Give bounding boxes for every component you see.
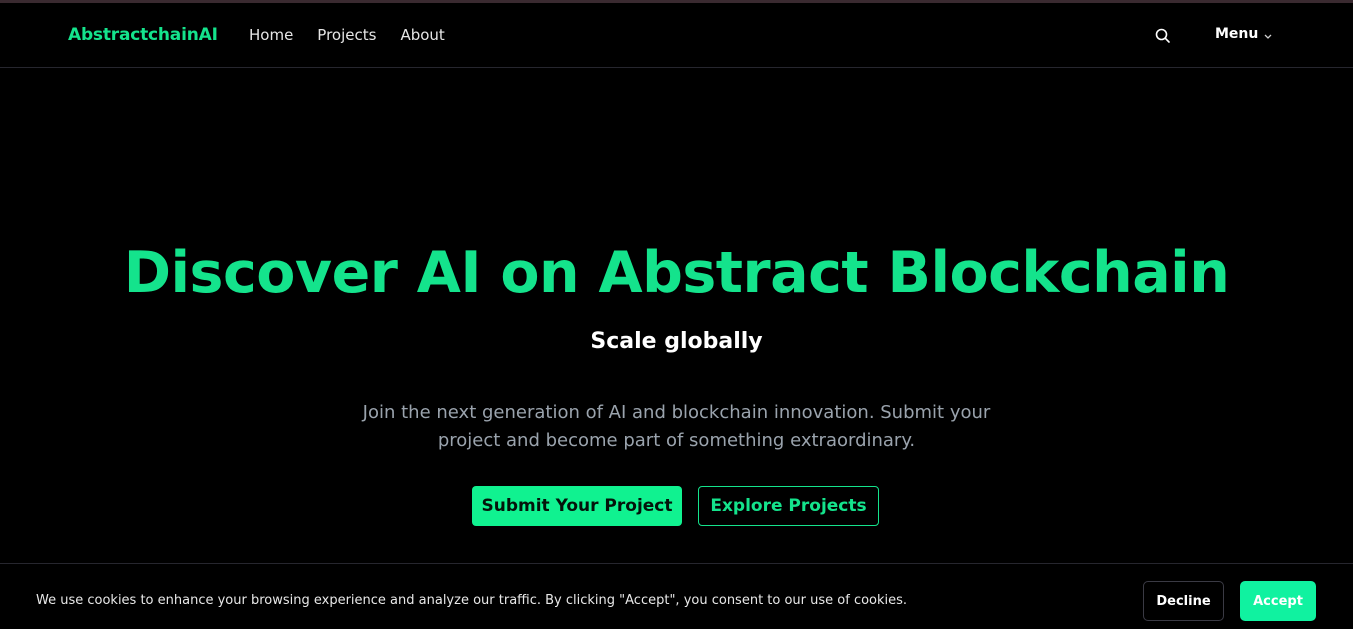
hero-subtitle: Scale globally [590,329,763,354]
nav-link-home[interactable]: Home [249,26,293,44]
cookie-banner: We use cookies to enhance your browsing … [0,563,1353,629]
hero-description: Join the next generation of AI and block… [362,402,991,451]
search-icon[interactable] [1154,27,1172,45]
decline-cookies-button[interactable]: Decline [1143,581,1224,621]
main-nav: Home Projects About [249,26,445,44]
hero-title: Discover AI on Abstract Blockchain [123,240,1230,306]
chevron-down-icon [1263,29,1273,39]
nav-link-projects[interactable]: Projects [317,26,376,44]
menu-dropdown-button[interactable]: Menu [1215,26,1273,42]
nav-link-about[interactable]: About [400,26,444,44]
accept-cookies-button[interactable]: Accept [1240,581,1316,621]
submit-project-button[interactable]: Submit Your Project [472,486,682,526]
brand-logo[interactable]: AbstractchainAI [68,25,218,45]
menu-label: Menu [1215,26,1259,42]
cookie-message: We use cookies to enhance your browsing … [36,593,908,608]
explore-projects-button[interactable]: Explore Projects [698,486,879,526]
top-navbar: AbstractchainAI Home Projects About Menu [0,3,1353,68]
